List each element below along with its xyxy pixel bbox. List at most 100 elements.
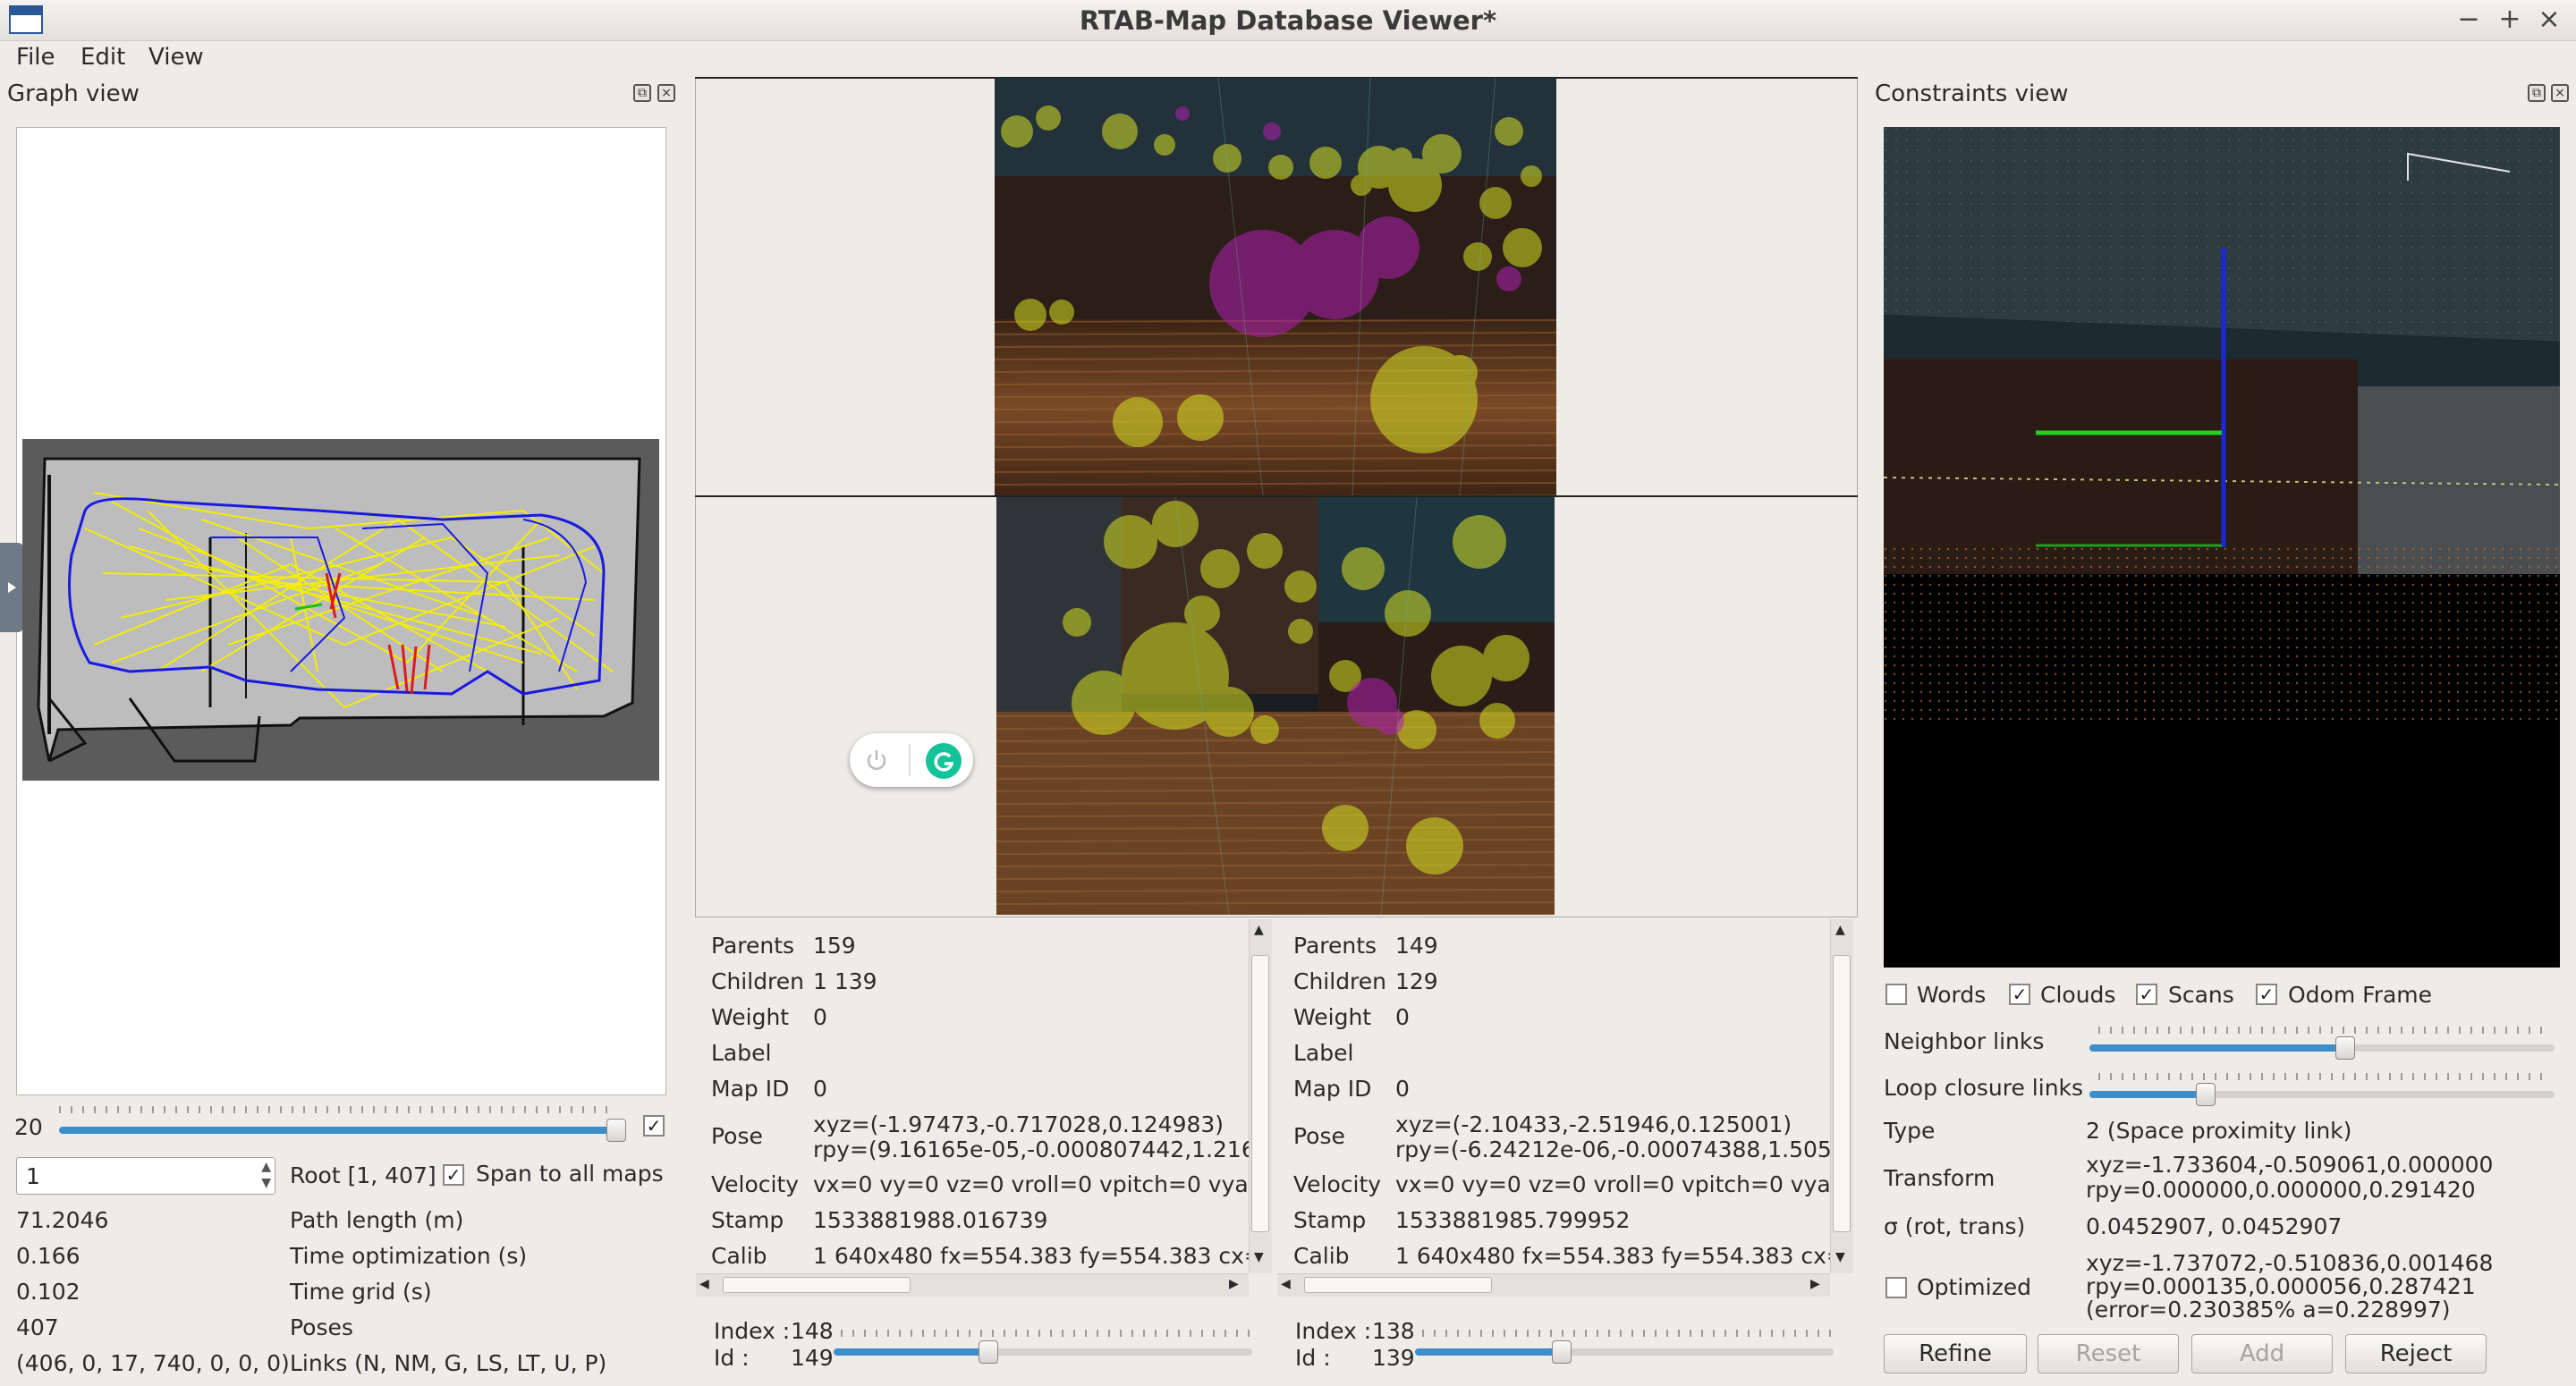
node-b-children-key: Children [1293,968,1387,994]
menu-view[interactable]: View [148,44,204,71]
node-b-calib-val: 1 640x480 fx=554.383 fy=554.383 cx= [1395,1243,1834,1269]
node-a-pose-xyz: xyz=(-1.97473,-0.717028,0.124983) [813,1111,1224,1137]
menu-bar: File Edit View [0,41,2576,75]
node-b-slider[interactable] [1415,1348,1834,1356]
grammarly-icon[interactable] [925,742,962,780]
node-a-hscroll-thumb[interactable] [723,1277,911,1293]
spin-down-icon[interactable]: ▼ [261,1176,271,1190]
loop-closure-slider[interactable] [2089,1091,2555,1098]
refine-button[interactable]: Refine [1884,1334,2027,1373]
scroll-up-icon[interactable]: ▲ [1254,923,1264,937]
node-a-vscroll[interactable]: ▲ ▼ [1249,919,1272,1273]
node-b-parents-key: Parents [1293,933,1377,959]
node-a-label-key: Label [711,1040,772,1066]
neighbor-links-label: Neighbor links [1884,1028,2045,1054]
node-b-label-key: Label [1293,1040,1354,1066]
scroll-left-icon[interactable]: ◀ [1281,1277,1291,1291]
node-b-weight-key: Weight [1293,1004,1372,1030]
node-b-info: Parents 149 Children 129 Weight 0 Label … [1277,919,1834,1299]
node-b-stamp-key: Stamp [1293,1207,1367,1233]
node-a-slider[interactable] [834,1348,1252,1356]
node-a-hscroll[interactable]: ◀ ▶ [696,1273,1249,1297]
scroll-left-icon[interactable]: ◀ [699,1277,709,1291]
scroll-down-icon[interactable]: ▼ [1254,1250,1264,1264]
node-b-mapid-key: Map ID [1293,1076,1372,1102]
time-optimization-value: 0.166 [16,1243,80,1269]
node-b-index-label: Index : [1295,1318,1372,1344]
float-icon[interactable]: ⧉ [2528,84,2546,102]
menu-edit[interactable]: Edit [80,44,125,71]
node-b-hscroll-thumb[interactable] [1304,1277,1492,1293]
scans-checkbox[interactable]: ✓ [2136,984,2157,1005]
clouds-checkbox[interactable]: ✓ [2009,984,2030,1005]
scans-label: Scans [2168,982,2234,1008]
close-button[interactable]: × [2531,2,2567,38]
scroll-up-icon[interactable]: ▲ [1835,923,1845,937]
close-icon[interactable]: × [657,84,675,102]
node-a-info: Parents 159 Children 1 139 Weight 0 Labe… [696,919,1249,1299]
node-b-vscroll-thumb[interactable] [1833,955,1851,1232]
add-button[interactable]: Add [2191,1334,2333,1373]
neighbor-links-slider[interactable] [2089,1044,2555,1052]
graph-slider-checkbox[interactable]: ✓ [643,1115,665,1137]
node-b-slider-handle[interactable] [1552,1340,1572,1364]
float-icon[interactable]: ⧉ [633,84,651,102]
occupancy-map[interactable] [22,439,659,781]
node-a-slider-handle[interactable] [979,1340,998,1364]
graph-slider-handle[interactable] [606,1119,626,1142]
path-length-label: Path length (m) [290,1207,464,1233]
node-b-hscroll[interactable]: ◀ ▶ [1277,1273,1830,1297]
title-bar: RTAB-Map Database Viewer* − + × [0,0,2576,41]
words-label: Words [1917,982,1987,1008]
transform-key: Transform [1884,1165,1996,1191]
node-a-id-value: 149 [791,1345,834,1371]
scroll-right-icon[interactable]: ▶ [1810,1277,1820,1291]
power-icon[interactable] [864,748,889,773]
span-all-maps-checkbox[interactable]: ✓ [443,1164,464,1186]
loop-slider-ticks [2098,1073,2546,1080]
sigma-value: 0.0452907, 0.0452907 [2086,1213,2343,1239]
graph-slider[interactable] [59,1127,617,1134]
reject-button[interactable]: Reject [2345,1334,2487,1373]
node-a-vscroll-thumb[interactable] [1251,955,1269,1232]
node-b-weight-val: 0 [1395,1004,1410,1030]
minimize-button[interactable]: − [2451,2,2487,38]
optimized-checkbox[interactable] [1885,1277,1907,1298]
node-a-pose-key: Pose [711,1123,763,1149]
transform-rpy: rpy=0.000000,0.000000,0.291420 [2086,1177,2476,1203]
transform-xyz: xyz=-1.733604,-0.509061,0.000000 [2086,1152,2494,1178]
span-all-maps-label: Span to all maps [476,1161,664,1187]
menu-file[interactable]: File [16,44,55,71]
grammarly-popup[interactable] [850,733,973,787]
loop-slider-handle[interactable] [2196,1083,2216,1106]
node-a-velocity-key: Velocity [711,1171,800,1197]
node-b-vscroll[interactable]: ▲ ▼ [1830,919,1853,1273]
image-node-b[interactable] [996,497,1555,915]
odom-frame-checkbox[interactable]: ✓ [2256,984,2277,1005]
node-a-stamp-val: 1533881988.016739 [813,1207,1048,1233]
node-b-slider-fill [1415,1348,1562,1356]
optimized-error: (error=0.230385% a=0.228997) [2086,1297,2451,1323]
constraints-3d-view[interactable] [1884,127,2560,968]
maximize-button[interactable]: + [2492,2,2528,38]
optimized-xyz: xyz=-1.737072,-0.510836,0.001468 [2086,1250,2494,1276]
optimized-label: Optimized [1917,1274,2031,1300]
node-a-index-value: 148 [791,1318,834,1344]
node-b-children-val: 129 [1395,968,1438,994]
root-spinbox[interactable]: 1 ▲ ▼ [16,1157,275,1195]
image-node-a[interactable] [995,78,1556,495]
spin-up-icon[interactable]: ▲ [261,1160,271,1174]
time-grid-value: 0.102 [16,1279,80,1305]
words-checkbox[interactable] [1885,984,1907,1005]
close-icon[interactable]: × [2551,84,2569,102]
side-handle[interactable] [0,543,23,632]
node-a-children-key: Children [711,968,805,994]
clouds-label: Clouds [2040,982,2116,1008]
root-label: Root [1, 407] [290,1162,436,1188]
scroll-right-icon[interactable]: ▶ [1229,1277,1239,1291]
popup-divider [909,744,911,776]
scroll-down-icon[interactable]: ▼ [1835,1250,1845,1264]
neighbor-slider-handle[interactable] [2335,1036,2355,1060]
reset-button[interactable]: Reset [2038,1334,2179,1373]
node-a-velocity-val: vx=0 vy=0 vz=0 vroll=0 vpitch=0 vyaw [813,1171,1249,1197]
